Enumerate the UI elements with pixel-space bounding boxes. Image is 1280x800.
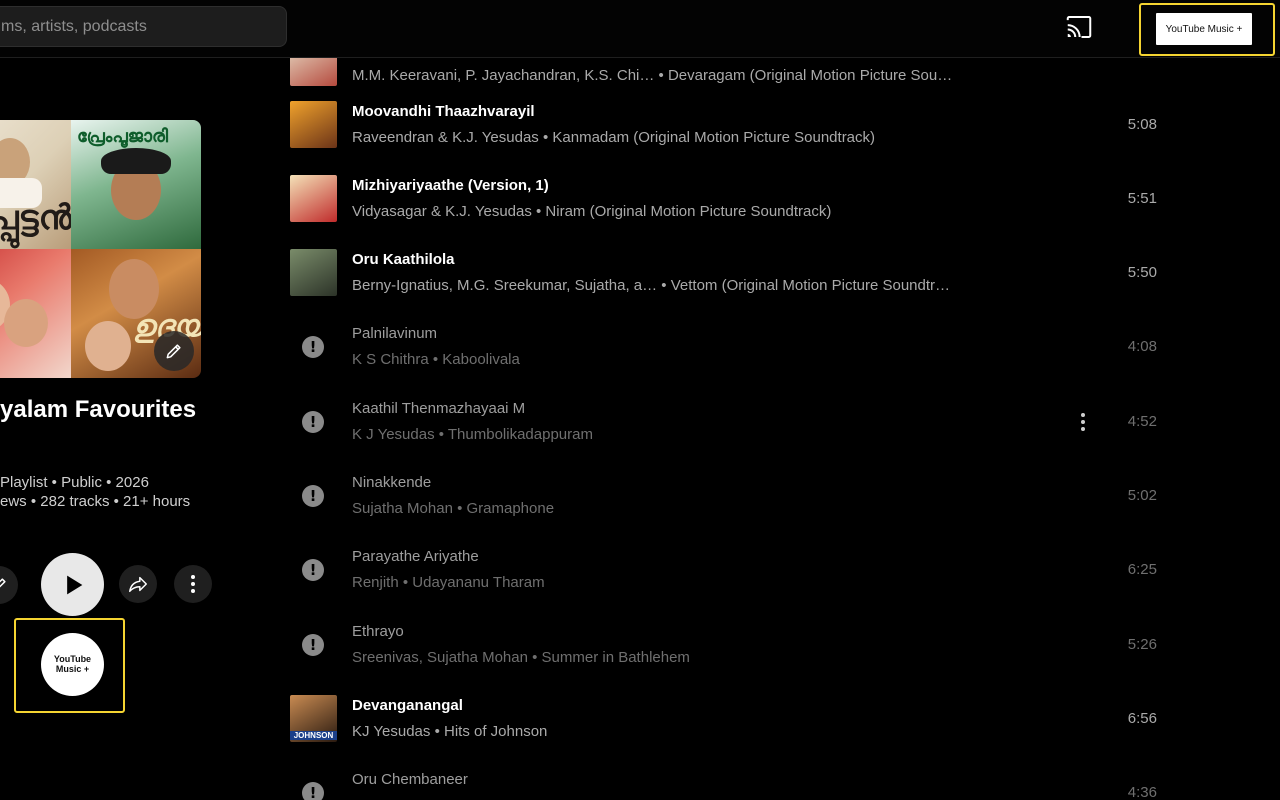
search-input[interactable]	[1, 7, 281, 46]
track-thumbnail: JOHNSON	[290, 695, 337, 742]
track-duration: 5:26	[1127, 636, 1157, 653]
unavailable-icon: !	[302, 336, 324, 358]
track-duration: 4:36	[1127, 784, 1157, 800]
track-artist-album[interactable]: Sujatha Mohan • Gramaphone	[352, 500, 554, 517]
track-row[interactable]: Mizhiyariyaathe (Version, 1) Vidyasagar &…	[290, 162, 1170, 236]
track-artist-album[interactable]: M.M. Keeravani, P. Jayachandran, K.S. Ch…	[352, 67, 952, 84]
search-box[interactable]	[0, 6, 287, 47]
track-artist-album[interactable]: Renjith • Udayananu Tharam	[352, 574, 545, 591]
ytm-plus-header-highlight[interactable]: YouTube Music +	[1139, 3, 1275, 56]
track-duration: 4:08	[1127, 338, 1157, 355]
track-artist-album[interactable]: K J Yesudas • Thumbolikadappuram	[352, 426, 593, 443]
ytm-plus-header-button[interactable]: YouTube Music +	[1156, 13, 1252, 45]
track-duration: 5:50	[1127, 264, 1157, 281]
track-list: M.M. Keeravani, P. Jayachandran, K.S. Ch…	[0, 0, 1280, 800]
track-row[interactable]: ! Palnilavinum K S Chithra • Kaboolivala 4:…	[290, 310, 1170, 384]
track-thumbnail	[290, 101, 337, 148]
track-duration: 6:25	[1127, 561, 1157, 578]
track-row[interactable]: Oru Kaathilola Berny-Ignatius, M.G. Sreek…	[290, 236, 1170, 310]
track-row[interactable]: ! Parayathe Ariyathe Renjith • Udayananu T…	[290, 533, 1170, 607]
track-title[interactable]: Devanganangal	[352, 697, 463, 714]
track-artist-album[interactable]: K S Chithra • Kaboolivala	[352, 351, 520, 368]
track-row[interactable]: ! Kaathil Thenmazhayaai M K J Yesudas • Th…	[290, 385, 1170, 459]
unavailable-icon: !	[302, 411, 324, 433]
top-bar: YouTube Music +	[0, 0, 1280, 58]
track-artist-album[interactable]: Vidyasagar & K.J. Yesudas • Niram (Origi…	[352, 203, 831, 220]
unavailable-icon: !	[302, 559, 324, 581]
cast-button[interactable]	[1064, 12, 1094, 42]
track-duration: 5:02	[1127, 487, 1157, 504]
track-duration: 5:51	[1127, 190, 1157, 207]
track-artist-album[interactable]: Sreenivas, Sujatha Mohan • Summer in Bat…	[352, 649, 690, 666]
track-artist-album[interactable]: KJ Yesudas • Hits of Johnson	[352, 723, 547, 740]
track-row[interactable]: JOHNSON Devanganangal KJ Yesudas • Hits of…	[290, 682, 1170, 756]
track-row[interactable]: ! Oru Chembaneer 4:36	[290, 756, 1170, 800]
track-title[interactable]: Oru Chembaneer	[352, 771, 468, 788]
track-artist-album[interactable]: Berny-Ignatius, M.G. Sreekumar, Sujatha,…	[352, 277, 950, 294]
track-duration: 5:08	[1127, 116, 1157, 133]
track-more-options-button[interactable]	[1075, 409, 1091, 435]
track-row[interactable]: Moovandhi Thaazhvarayil Raveendran & K.J.…	[290, 88, 1170, 162]
track-row[interactable]: ! Ethrayo Sreenivas, Sujatha Mohan • Summe…	[290, 608, 1170, 682]
track-title[interactable]: Ninakkende	[352, 474, 431, 491]
track-title[interactable]: Ethrayo	[352, 623, 404, 640]
track-title[interactable]: Kaathil Thenmazhayaai M	[352, 400, 525, 417]
unavailable-icon: !	[302, 634, 324, 656]
track-thumbnail	[290, 249, 337, 296]
track-row[interactable]: ! Ninakkende Sujatha Mohan • Gramaphone 5:0…	[290, 459, 1170, 533]
track-title[interactable]: Parayathe Ariyathe	[352, 548, 479, 565]
unavailable-icon: !	[302, 485, 324, 507]
track-duration: 4:52	[1127, 413, 1157, 430]
track-title[interactable]: Moovandhi Thaazhvarayil	[352, 103, 535, 120]
track-title[interactable]: Oru Kaathilola	[352, 251, 455, 268]
track-duration: 6:56	[1127, 710, 1157, 727]
track-artist-album[interactable]: Raveendran & K.J. Yesudas • Kanmadam (Or…	[352, 129, 875, 146]
track-thumbnail	[290, 175, 337, 222]
track-title[interactable]: Mizhiyariyaathe (Version, 1)	[352, 177, 549, 194]
unavailable-icon: !	[302, 782, 324, 800]
thumbnail-label: JOHNSON	[290, 731, 337, 740]
track-title[interactable]: Palnilavinum	[352, 325, 437, 342]
cast-icon	[1066, 16, 1092, 38]
